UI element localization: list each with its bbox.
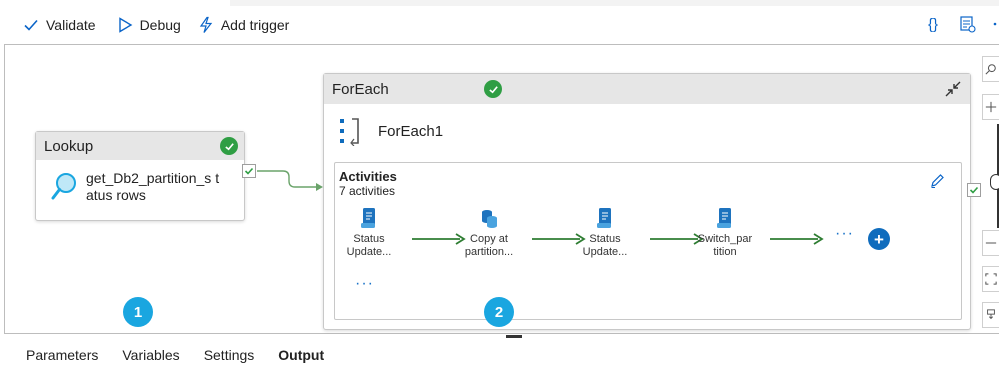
foreach-header: ForEach [324,74,970,104]
add-trigger-label: Add trigger [220,17,290,33]
lookup-activity[interactable]: Lookup get_Db2_partition_s tatus rows [35,131,245,221]
inner-activity-switch-partition[interactable]: Switch_par tition [693,207,757,259]
add-activity-button[interactable]: + [868,228,890,250]
script-icon [361,208,375,228]
play-icon [118,17,132,33]
success-output-port[interactable] [242,164,256,178]
more-activities-indicator[interactable]: ··· [835,225,854,243]
callout-badge-1: 1 [123,297,153,327]
properties-icon[interactable] [955,12,979,36]
flow-arrow [770,233,824,245]
collapse-icon[interactable] [944,80,962,98]
foreach-icon [340,118,359,146]
port-check-icon [969,186,979,194]
success-check-icon [220,137,238,155]
tab-settings[interactable]: Settings [192,340,267,369]
code-icon[interactable]: {} [921,12,945,36]
lookup-body: get_Db2_partition_s tatus rows [36,160,244,204]
validate-button[interactable]: Validate [14,11,104,39]
foreach-type-label: ForEach [332,80,389,98]
foreach-activity-name: ForEach1 [378,122,444,140]
edit-pencil-icon[interactable] [929,173,945,189]
inner-activity-copy[interactable]: Copy at partition... [457,207,521,259]
pipeline-editor: Validate Debug Add trigger {} Lookup get… [0,0,999,369]
fit-to-screen-icon[interactable] [982,266,999,292]
auto-align-icon[interactable] [982,302,999,328]
zoom-out-icon[interactable] [982,230,999,256]
more-options-indicator[interactable]: ··· [355,275,374,293]
lookup-type-label: Lookup [44,137,94,155]
checkmark-icon [24,19,38,31]
zoom-controls [980,52,999,334]
script-icon [597,208,611,228]
foreach-title-row: ForEach1 [338,116,443,146]
more-icon[interactable] [989,12,999,36]
foreach-activity[interactable]: ForEach ForEach1 Activities 7 activities… [323,73,971,330]
debug-button[interactable]: Debug [108,11,189,39]
inner-activity-status-update-2[interactable]: Status Update... [573,207,637,259]
foreach-success-output-port[interactable] [967,183,981,197]
tab-output[interactable]: Output [266,340,336,369]
callout-badge-2: 2 [484,297,514,327]
lookup-activity-name: get_Db2_partition_s tatus rows [86,170,220,203]
inner-activities-panel[interactable]: Activities 7 activities Status Update... [334,162,962,320]
pipeline-toolbar: Validate Debug Add trigger {} [0,6,999,44]
success-check-icon [484,80,502,98]
inner-activity-status-update-1[interactable]: Status Update... [337,207,401,259]
activities-title: Activities [339,169,397,184]
port-check-icon [244,167,254,175]
pipeline-canvas[interactable]: Lookup get_Db2_partition_s tatus rows Fo… [4,44,999,334]
lightning-icon [199,16,213,33]
script-icon [717,208,731,228]
database-copy-icon [482,210,497,228]
zoom-slider-thumb[interactable] [990,174,999,190]
zoom-in-icon[interactable] [982,94,999,120]
properties-tabs: Parameters Variables Settings Output [0,340,999,369]
panel-resize-handle[interactable] [506,335,522,338]
validate-label: Validate [46,17,96,33]
lookup-magnifier-icon [51,173,76,200]
toolbar-right: {} [921,12,999,36]
search-icon[interactable] [982,56,999,82]
tab-variables[interactable]: Variables [110,340,191,369]
tab-parameters[interactable]: Parameters [14,340,110,369]
dependency-connector [257,170,323,191]
plus-icon: + [874,229,884,249]
add-trigger-button[interactable]: Add trigger [189,11,297,39]
activities-count: 7 activities [339,184,396,198]
debug-label: Debug [139,17,181,33]
lookup-header: Lookup [36,132,244,160]
